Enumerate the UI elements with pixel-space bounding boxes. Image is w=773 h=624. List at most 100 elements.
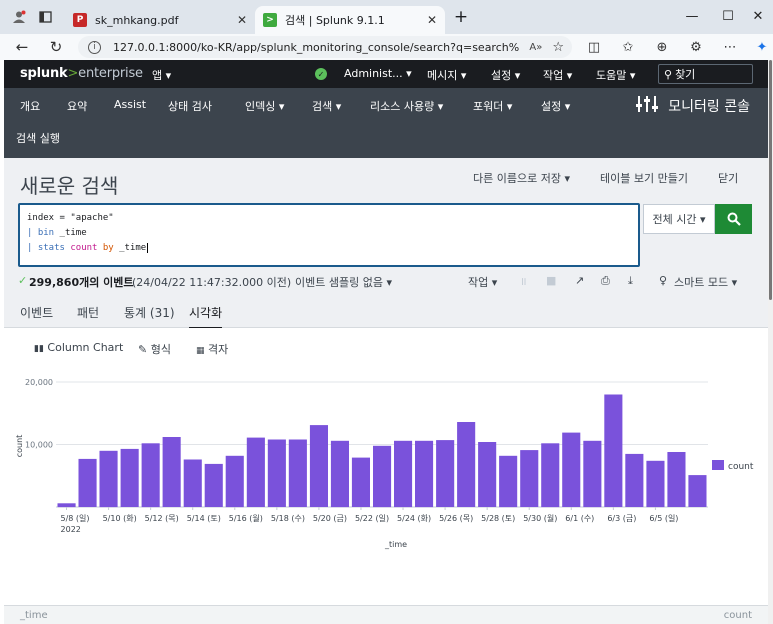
nav-indexing[interactable]: 인덱싱 ▾ (245, 98, 284, 114)
page-scrollbar[interactable] (768, 60, 773, 624)
user-menu[interactable]: Administ... ▾ (344, 67, 412, 80)
info-icon[interactable]: i (88, 40, 101, 54)
job-menu[interactable]: 작업 ▾ (468, 274, 497, 290)
search-mode-dropdown[interactable]: 스마트 모드 ▾ (674, 274, 737, 290)
close-icon[interactable]: ✕ (237, 13, 247, 27)
query-line-1: index = "apache" (27, 213, 114, 223)
chart-bar (520, 450, 539, 507)
scrollbar-thumb[interactable] (769, 60, 772, 300)
print-icon[interactable]: ⎙ (601, 274, 610, 288)
x-tick-label: 5/14 (토) (187, 514, 221, 523)
tab-actions-icon[interactable] (36, 8, 54, 26)
messages-menu[interactable]: 메시지 ▾ (427, 67, 466, 83)
app-navigation: 개요 요약 Assist 상태 검사 인덱싱 ▾ 검색 ▾ 리소스 사용량 ▾ … (4, 88, 768, 158)
activity-menu[interactable]: 작업 ▾ (543, 67, 572, 83)
splunk-header: splunk>enterprise 앱 ▾ ✓ Administ... ▾ 메시… (4, 60, 768, 88)
format-label: 형식 (150, 343, 171, 356)
tab-visualization[interactable]: 시각화 (189, 304, 223, 330)
chart-bar (457, 422, 476, 507)
nav-run-search[interactable]: 검색 실행 (16, 130, 60, 146)
chart-bar (204, 463, 223, 507)
favorite-star-icon[interactable]: ☆ (552, 40, 564, 55)
extensions-icon[interactable]: ⚙ (685, 37, 707, 57)
tab-statistics[interactable]: 통계 (31) (124, 304, 175, 321)
format-button[interactable]: ✎ 형식 (138, 341, 171, 357)
split-screen-icon[interactable]: ◫ (583, 37, 605, 57)
favorites-icon[interactable]: ✩ (617, 37, 639, 57)
address-bar: ← ↻ i 127.0.0.1:8000/ko-KR/app/splunk_mo… (0, 34, 773, 60)
profile-icon[interactable] (10, 8, 28, 26)
share-icon[interactable]: ↗ (575, 274, 584, 287)
x-tick-label: 5/24 (화) (397, 514, 431, 523)
nav-health-check[interactable]: 상태 검사 (168, 98, 212, 114)
window-close-button[interactable]: ✕ (743, 4, 773, 28)
new-tab-button[interactable]: + (452, 7, 470, 27)
grid-icon: ▦ (196, 346, 205, 356)
save-as-button[interactable]: 다른 이름으로 저장 ▾ (473, 170, 570, 186)
nav-assist[interactable]: Assist (114, 98, 146, 111)
stop-icon[interactable]: ■ (546, 274, 556, 287)
y-axis-title: count (15, 435, 24, 458)
find-input[interactable]: ⚲ 찾기 (658, 64, 753, 84)
splunk-logo[interactable]: splunk>enterprise (20, 66, 143, 81)
event-sampling-dropdown[interactable]: 이벤트 샘플링 없음 ▾ (295, 274, 392, 290)
close-button[interactable]: 닫기 (718, 170, 738, 186)
tab-patterns[interactable]: 패턴 (77, 304, 99, 321)
y-tick-label: 10,000 (25, 441, 53, 450)
column-header-time[interactable]: _time (20, 610, 48, 621)
chart-bar (330, 440, 349, 508)
nav-summary[interactable]: 요약 (67, 98, 87, 114)
settings-menu[interactable]: 설정 ▾ (491, 67, 520, 83)
x-tick-label: 6/1 (수) (565, 514, 594, 523)
create-table-view-button[interactable]: 테이블 보기 만들기 (600, 170, 688, 186)
chart-bar (309, 425, 328, 507)
tab-events[interactable]: 이벤트 (20, 304, 53, 321)
x-tick-label: 5/30 (월) (523, 513, 557, 523)
x-tick-label: 6/5 (일) (649, 514, 678, 523)
health-ok-icon[interactable]: ✓ (315, 68, 327, 80)
collections-icon[interactable]: ⊕ (651, 37, 673, 57)
chart-bar (183, 459, 202, 507)
x-tick-label: 5/20 (금) (313, 514, 347, 523)
column-chart-icon: ▮▮ (34, 344, 44, 354)
back-icon[interactable]: ← (10, 36, 34, 58)
chart-bar (541, 443, 560, 508)
apps-menu[interactable]: 앱 ▾ (152, 67, 171, 83)
pause-icon[interactable]: ॥ (520, 274, 527, 289)
monitoring-console-icon (636, 95, 659, 117)
x-tick-label: 5/12 (목) (145, 514, 179, 523)
read-aloud-icon[interactable]: A» (529, 42, 542, 53)
legend-label: count (728, 462, 754, 472)
nav-forwarders[interactable]: 포워더 ▾ (473, 98, 512, 114)
nav-resource-usage[interactable]: 리소스 사용량 ▾ (370, 98, 443, 114)
chart-bar (667, 452, 686, 507)
close-icon[interactable]: ✕ (427, 13, 437, 27)
chart-bar (436, 440, 455, 507)
help-menu[interactable]: 도움말 ▾ (596, 67, 635, 83)
export-icon[interactable]: ⤓ (628, 274, 633, 288)
copilot-icon[interactable]: ✦ (751, 37, 773, 57)
minimize-button[interactable]: — (672, 4, 712, 28)
done-check-icon: ✓ (18, 274, 28, 287)
maximize-button[interactable]: ☐ (708, 4, 748, 28)
column-header-count[interactable]: count (724, 610, 752, 621)
chart-bar (288, 439, 307, 507)
url-field[interactable]: i 127.0.0.1:8000/ko-KR/app/splunk_monito… (78, 36, 572, 58)
time-range-picker[interactable]: 전체 시간 ▾ (643, 204, 715, 234)
chart-bar (225, 455, 244, 508)
chart-type-button[interactable]: ▮▮ Column Chart (34, 341, 123, 354)
nav-overview[interactable]: 개요 (20, 98, 40, 114)
nav-search[interactable]: 검색 ▾ (312, 98, 341, 114)
search-icon: ⚲ (664, 67, 673, 81)
x-tick-label: 6/3 (금) (607, 514, 636, 523)
more-icon[interactable]: ⋯ (719, 37, 741, 57)
url-text: 127.0.0.1:8000/ko-KR/app/splunk_monitori… (113, 40, 520, 54)
nav-settings[interactable]: 설정 ▾ (541, 98, 570, 114)
tab-pdf[interactable]: P sk_mhkang.pdf ✕ (65, 6, 255, 34)
reload-icon[interactable]: ↻ (44, 36, 68, 58)
search-query-editor[interactable]: index = "apache" | bin _time | stats cou… (18, 203, 640, 267)
trellis-button[interactable]: ▦ 격자 (196, 341, 228, 357)
x-tick-label: 5/28 (토) (481, 514, 515, 523)
search-submit-button[interactable] (715, 204, 752, 234)
tab-splunk[interactable]: > 검색 | Splunk 9.1.1 ✕ (255, 6, 445, 34)
